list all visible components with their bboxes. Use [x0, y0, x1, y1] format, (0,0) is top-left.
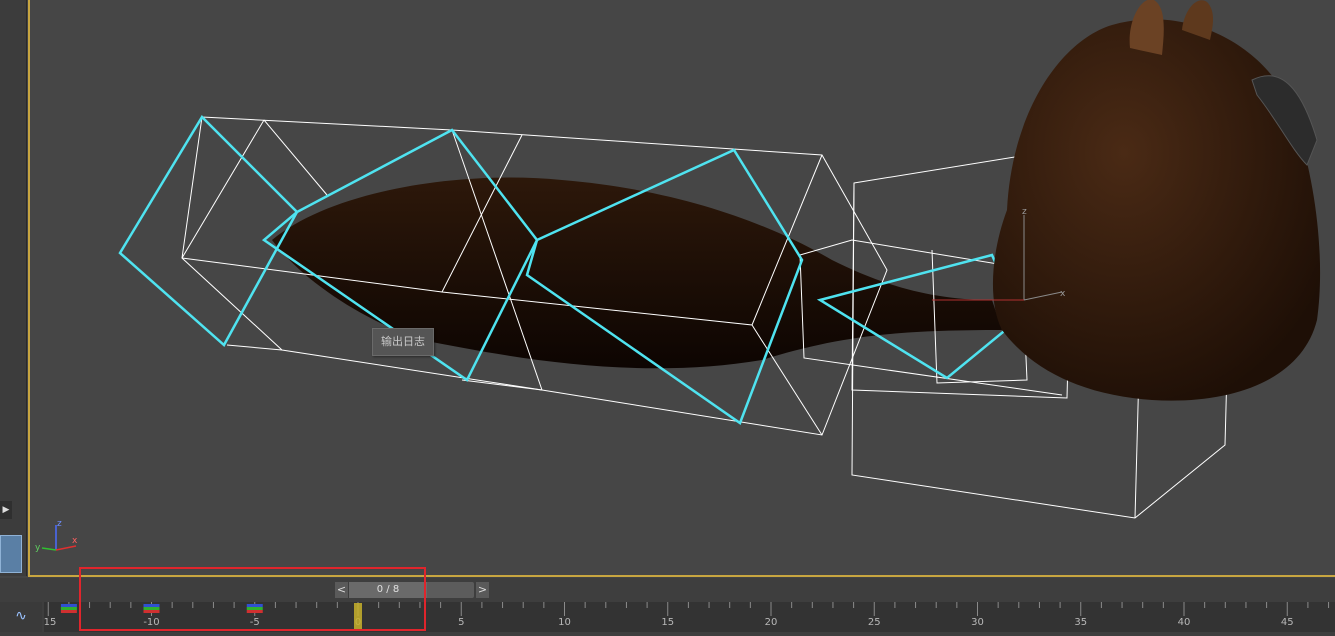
ruler-label: 30: [971, 617, 984, 628]
ruler-label: 20: [765, 617, 778, 628]
scene-canvas: z x z y x: [35, 0, 1321, 553]
expand-arrow-icon[interactable]: ▶: [0, 501, 12, 519]
ruler-label: 45: [1281, 617, 1294, 628]
ruler-label: -15: [44, 617, 56, 628]
svg-text:x: x: [1060, 289, 1066, 299]
ruler-label: 40: [1178, 617, 1191, 628]
ruler-label: 5: [458, 617, 464, 628]
ruler-label: 25: [868, 617, 881, 628]
ruler-label: 15: [661, 617, 674, 628]
axis-gizmo: z y x: [35, 519, 78, 553]
ruler-label: 35: [1074, 617, 1087, 628]
axis-label-x: x: [72, 536, 78, 546]
output-log-tooltip: 输出日志: [372, 328, 434, 356]
axis-label-y: y: [35, 543, 41, 553]
command-panel-edge: ▶: [0, 0, 27, 576]
panel-swatch[interactable]: [0, 535, 22, 573]
highlight-annotation-box: [79, 567, 426, 631]
svg-text:z: z: [1022, 207, 1027, 217]
keyframe-marker: [60, 604, 77, 613]
curve-editor-icon[interactable]: ∿: [0, 602, 42, 632]
next-frame-button[interactable]: >: [476, 582, 489, 598]
ear-left: [1129, 0, 1164, 55]
axis-label-z: z: [57, 519, 62, 529]
perspective-viewport[interactable]: z x z y x 输出日志: [28, 0, 1335, 577]
ruler-label: 10: [558, 617, 571, 628]
